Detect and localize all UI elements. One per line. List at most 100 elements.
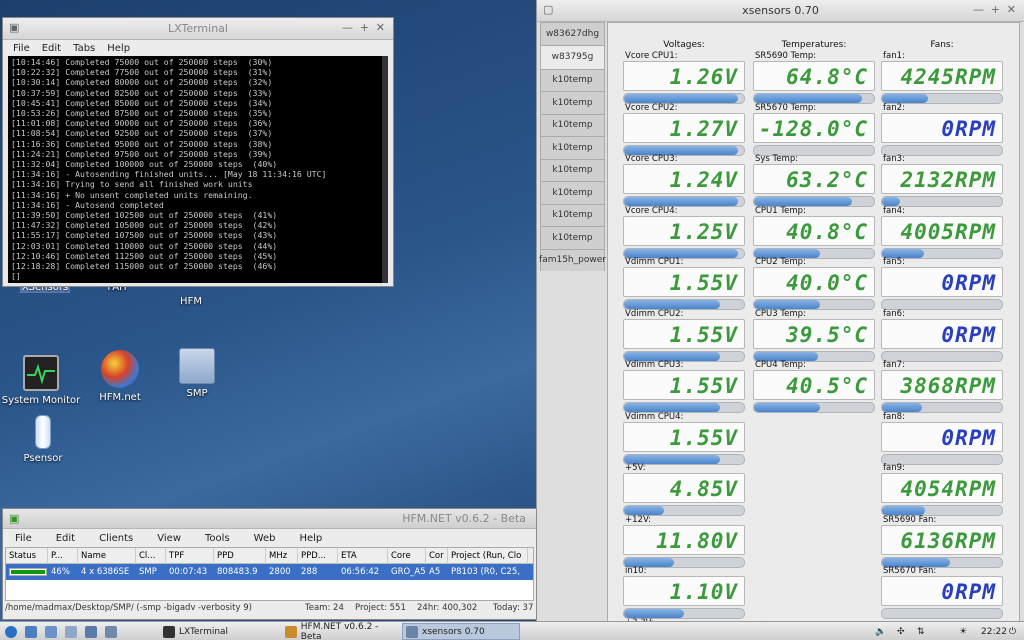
terminal-line: [] [11, 271, 21, 282]
voltages-sensor: Vcore CPU4: 1.25V [623, 206, 745, 259]
column-header[interactable]: Project (Run, Clo [448, 547, 528, 564]
desktop-icon-hfm[interactable]: HFM [146, 284, 236, 307]
desktop-switcher-icon[interactable] [62, 623, 77, 640]
transfer-icon[interactable]: ⇅ [914, 623, 925, 640]
menu-tools[interactable]: Tools [193, 533, 242, 544]
sensor-label: Sys Temp: [755, 154, 799, 164]
menu-clients[interactable]: Clients [87, 533, 145, 544]
column-header[interactable]: Status [6, 547, 48, 564]
sensor-value: 1.27V [623, 112, 745, 143]
scrollbar[interactable] [382, 56, 388, 283]
tab-w83627dhg[interactable]: w83627dhg [540, 22, 605, 45]
desktop-icon-label: HFM.net [99, 392, 141, 403]
title-bar[interactable]: ▣ HFM.NET v0.6.2 - Beta [3, 509, 536, 529]
menu-help[interactable]: Help [287, 533, 334, 544]
sensor-bar-fill [754, 403, 820, 412]
file-manager-icon[interactable] [22, 623, 37, 640]
column-header[interactable]: PPD [214, 547, 266, 564]
maximize-icon[interactable]: + [991, 3, 1000, 16]
task-lxterminal[interactable]: LXTerminal [160, 623, 278, 640]
tab-fam15h-power[interactable]: fam15h_power [539, 248, 606, 271]
notification-icon[interactable]: ☀ [956, 623, 967, 640]
menu-edit[interactable]: Edit [42, 43, 61, 54]
fans-sensor: fan8: 0RPM [881, 412, 1003, 465]
desktop-icon-smp[interactable]: SMP [152, 348, 242, 399]
sensor-label: in10: [625, 566, 647, 576]
desktop-icon-system-monitor[interactable]: System Monitor [0, 355, 86, 406]
fans-sensor: fan2: 0RPM [881, 103, 1003, 156]
task-hfm[interactable]: HFM.NET v0.6.2 - Beta [282, 622, 400, 640]
temperatures-sensor: CPU2 Temp: 40.0°C [753, 257, 875, 310]
menu-file[interactable]: File [13, 43, 30, 54]
start-menu-icon[interactable] [2, 623, 17, 640]
column-header[interactable]: MHz [266, 547, 298, 564]
maximize-icon[interactable]: + [360, 21, 369, 34]
menu-tabs[interactable]: Tabs [73, 43, 95, 54]
minimize-icon[interactable]: — [342, 21, 353, 34]
sensor-value: 1.55V [623, 267, 745, 297]
sensor-value: 0RPM [881, 318, 1003, 349]
terminal-output[interactable]: [10:14:46] Completed 75000 out of 250000… [8, 56, 388, 283]
close-icon[interactable]: ✕ [376, 21, 385, 34]
menu-web[interactable]: Web [242, 533, 288, 544]
temperatures-sensor: CPU4 Temp: 40.5°C [753, 360, 875, 413]
table-cell: 2800 [269, 567, 291, 577]
browser-icon[interactable] [42, 623, 57, 640]
column-header[interactable]: Cor [426, 547, 448, 564]
terminal-line: [11:16:36] Completed 95000 out of 250000… [11, 138, 273, 149]
sensor-value: 1.55V [623, 421, 745, 452]
column-header[interactable]: Cl... [136, 547, 166, 564]
tab-k10temp[interactable]: k10temp [540, 226, 605, 249]
voltages-sensor: Vdimm CPU1: 1.55V [623, 257, 745, 310]
column-header[interactable]: TPF [166, 547, 214, 564]
screen-icon[interactable] [102, 623, 117, 640]
temperatures-sensor: SR5690 Temp: 64.8°C [753, 51, 875, 104]
minimize-icon[interactable]: — [973, 3, 984, 16]
tab-k10temp[interactable]: k10temp [540, 68, 605, 91]
terminal-line: [12:10:46] Completed 112500 out of 25000… [11, 250, 278, 261]
clock[interactable]: 22:22 [978, 623, 1007, 640]
window-title: xsensors 0.70 [742, 4, 819, 17]
voltages-sensor: Vcore CPU3: 1.24V [623, 154, 745, 207]
desktop-icon-psensor[interactable]: Psensor [0, 415, 88, 464]
table-row[interactable]: 46% 4 x 6386SE SMP 00:07:43 808483.9 2800 288 0… [6, 564, 533, 580]
tab-w83795g[interactable]: w83795g [540, 44, 605, 69]
title-bar[interactable]: ▣ LXTerminal — + ✕ [3, 18, 393, 40]
table-cell: GRO_A5 [391, 567, 426, 577]
power-icon[interactable]: ⏻ [1006, 623, 1016, 640]
sensor-label: SR5690 Fan: [883, 514, 937, 525]
tab-k10temp[interactable]: k10temp [540, 203, 605, 226]
task-label: xsensors 0.70 [422, 626, 485, 637]
menu-help[interactable]: Help [107, 43, 130, 54]
menu-view[interactable]: View [145, 533, 193, 544]
fans-sensor: fan3: 2132RPM [881, 154, 1003, 207]
volume-icon[interactable]: 🔈 [872, 623, 886, 640]
title-bar[interactable]: ▢ xsensors 0.70 — + ✕ [537, 0, 1024, 22]
column-header[interactable]: Name [78, 547, 136, 564]
menu-file[interactable]: File [3, 533, 44, 544]
show-desktop-icon[interactable] [82, 623, 97, 640]
sensor-value: 11.80V [623, 524, 745, 555]
voltages-sensor: +5V: 4.85V [623, 463, 745, 516]
column-header[interactable]: Core [388, 547, 426, 564]
column-header[interactable]: PPD... [298, 547, 338, 564]
menu-edit[interactable]: Edit [44, 533, 87, 544]
thermometer-icon [35, 415, 51, 449]
column-header[interactable]: P... [48, 547, 78, 564]
tab-k10temp[interactable]: k10temp [540, 158, 605, 181]
column-header[interactable]: ETA [338, 547, 388, 564]
sensor-value: 40.5°C [753, 370, 875, 400]
window-title: LXTerminal [168, 22, 228, 35]
network-icon[interactable]: ✣ [894, 623, 905, 640]
progress-bar [9, 568, 47, 576]
tab-k10temp[interactable]: k10temp [540, 91, 605, 114]
task-xsensors[interactable]: xsensors 0.70 [402, 623, 520, 640]
tab-k10temp[interactable]: k10temp [540, 113, 605, 136]
taskbar: LXTerminal HFM.NET v0.6.2 - Beta xsensor… [0, 621, 1024, 640]
status-today: Today: 37 [493, 603, 534, 613]
terminal-line: [10:37:59] Completed 82500 out of 250000… [11, 87, 273, 98]
tab-k10temp[interactable]: k10temp [540, 181, 605, 204]
tab-k10temp[interactable]: k10temp [540, 136, 605, 159]
sensor-label: Vcore CPU1: [625, 51, 678, 61]
close-icon[interactable]: ✕ [1007, 3, 1016, 16]
